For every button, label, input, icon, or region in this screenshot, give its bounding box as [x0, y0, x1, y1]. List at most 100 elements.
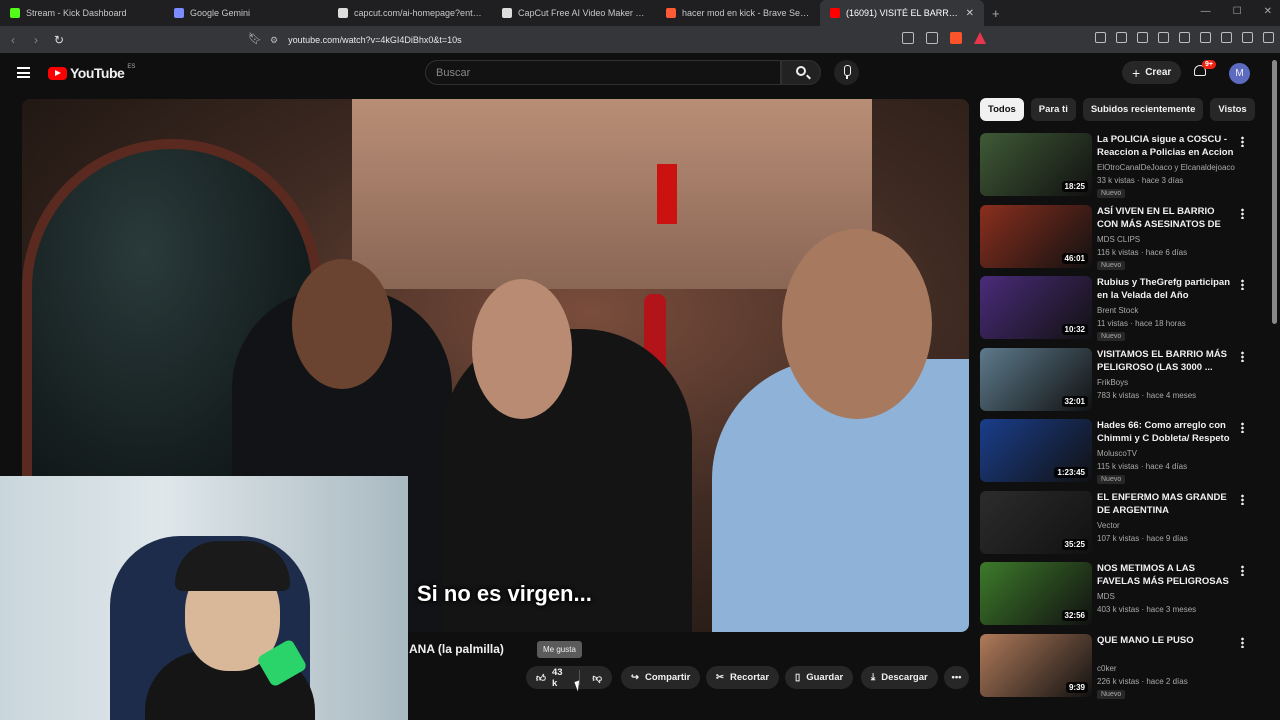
clip-button[interactable]: ✂ Recortar: [706, 666, 780, 689]
extension-icon[interactable]: [1095, 32, 1106, 43]
filter-chip[interactable]: Subidos recientemente: [1082, 98, 1204, 121]
channel-name[interactable]: c0ker: [1097, 664, 1237, 673]
tab-favicon-icon: [338, 8, 348, 18]
leo-ai-icon[interactable]: [1221, 32, 1232, 43]
more-vertical-icon[interactable]: [1241, 422, 1244, 433]
like-button[interactable]: 👍︎ 43 k: [536, 667, 567, 689]
channel-name[interactable]: MoluscoTV: [1097, 449, 1237, 458]
browser-menu-icon[interactable]: [1263, 32, 1274, 43]
youtube-logo[interactable]: YouTube ES: [48, 64, 135, 81]
video-thumbnail[interactable]: 35:25: [980, 490, 1092, 554]
music-icon[interactable]: [1158, 32, 1169, 43]
channel-name[interactable]: Brent Stock: [1097, 306, 1237, 315]
site-info-icon[interactable]: ⚙: [270, 35, 278, 46]
video-scene-wall: [352, 99, 872, 289]
extension-icon[interactable]: [1137, 32, 1148, 43]
video-thumbnail[interactable]: 32:01: [980, 347, 1092, 411]
close-tab-icon[interactable]: ✕: [966, 8, 974, 19]
browser-tab[interactable]: Stream - Kick Dashboard: [0, 0, 164, 26]
sidebar-toggle-icon[interactable]: [1179, 32, 1190, 43]
recommendation-title[interactable]: QUE MANO LE PUSO: [1097, 634, 1235, 647]
filter-chip[interactable]: Vistos: [1210, 98, 1255, 121]
vpn-icon[interactable]: [1242, 32, 1253, 43]
page-scrollbar[interactable]: [1272, 60, 1277, 324]
create-button[interactable]: + Crear: [1122, 61, 1182, 84]
channel-name[interactable]: FrikBoys: [1097, 378, 1237, 387]
more-vertical-icon[interactable]: [1241, 565, 1244, 576]
recommendation-title[interactable]: ASÍ VIVEN EN EL BARRIO CON MÁS ASESINATO…: [1097, 205, 1235, 231]
recommendation-title[interactable]: EL ENFERMO MAS GRANDE DE ARGENTINA: [1097, 491, 1235, 517]
minimize-icon[interactable]: —: [1201, 6, 1211, 17]
share-button[interactable]: ↪ Compartir: [621, 666, 701, 689]
more-actions-button[interactable]: •••: [944, 666, 969, 689]
search-button[interactable]: [781, 60, 821, 85]
recommendation-item[interactable]: 46:01 ASÍ VIVEN EN EL BARRIO CON MÁS ASES…: [980, 204, 1252, 277]
recommendation-title[interactable]: Rubius y TheGrefg participan en la Velad…: [1097, 276, 1235, 302]
filter-chip[interactable]: Todos: [980, 98, 1024, 121]
more-vertical-icon[interactable]: [1241, 636, 1244, 648]
new-tab-button[interactable]: +: [984, 6, 1008, 21]
video-duration: 1:23:45: [1054, 467, 1088, 478]
recommendation-title[interactable]: NOS METIMOS A LAS FAVELAS MÁS PELIGROSAS…: [1097, 562, 1235, 588]
browser-tab[interactable]: Google Gemini: [164, 0, 328, 26]
channel-name[interactable]: ElOtroCanalDeJoaco y Elcanaldejoaco: [1097, 163, 1237, 172]
recommendation-title[interactable]: La POLICIA sigue a COSCU - Reaccion a Po…: [1097, 133, 1235, 159]
recommendation-item[interactable]: 10:32 Rubius y TheGrefg participan en la …: [980, 276, 1252, 348]
recommendation-title[interactable]: VISITAMOS EL BARRIO MÁS PELIGROSO (LAS 3…: [1097, 348, 1235, 374]
brave-shield-icon[interactable]: [950, 32, 962, 44]
tab-favicon-icon: [174, 8, 184, 18]
back-icon[interactable]: ‹: [3, 33, 23, 47]
share-page-icon[interactable]: [926, 32, 938, 44]
rewards-icon[interactable]: [974, 32, 986, 44]
browser-tab[interactable]: hacer mod en kick - Brave Search: [656, 0, 820, 26]
recommendation-item[interactable]: 32:56 NOS METIMOS A LAS FAVELAS MÁS PELIG…: [980, 562, 1252, 634]
browser-tab[interactable]: capcut.com/ai-homepage?enter_fro: [328, 0, 492, 26]
hamburger-menu-icon[interactable]: [17, 67, 30, 78]
channel-name[interactable]: MDS: [1097, 592, 1237, 601]
browser-tab[interactable]: (16091) VISITÉ EL BARRIO MÁ ✕: [820, 0, 984, 26]
voice-search-icon[interactable]: [834, 60, 859, 85]
more-vertical-icon[interactable]: [1241, 279, 1244, 290]
save-button[interactable]: ▯ Guardar: [785, 666, 854, 689]
recommendation-item[interactable]: 32:01 VISITAMOS EL BARRIO MÁS PELIGROSO (…: [980, 347, 1252, 420]
more-vertical-icon[interactable]: [1241, 350, 1244, 362]
search-input[interactable]: Buscar: [425, 60, 781, 85]
extension-icon[interactable]: [1116, 32, 1127, 43]
channel-name[interactable]: MDS CLIPS: [1097, 235, 1237, 244]
reload-icon[interactable]: ↻: [49, 33, 69, 47]
cast-icon[interactable]: [902, 32, 914, 44]
create-label: Crear: [1145, 67, 1172, 78]
more-vertical-icon[interactable]: [1241, 136, 1244, 147]
forward-icon[interactable]: ›: [26, 33, 46, 47]
video-thumbnail[interactable]: 32:56: [980, 562, 1092, 625]
save-icon: ▯: [795, 672, 801, 683]
maximize-icon[interactable]: ☐: [1233, 6, 1242, 17]
dislike-button[interactable]: 👎︎: [592, 672, 602, 684]
tab-favicon-icon: [10, 8, 20, 18]
avatar[interactable]: M: [1229, 63, 1250, 84]
more-vertical-icon[interactable]: [1241, 493, 1244, 505]
recommendation-item[interactable]: 9:39 QUE MANO LE PUSO c0ker 226 k vistas · …: [980, 633, 1252, 706]
recommendation-title[interactable]: Hades 66: Como arreglo con Chimmi y C Do…: [1097, 419, 1235, 445]
channel-name[interactable]: Vector: [1097, 521, 1237, 530]
close-window-icon[interactable]: ✕: [1264, 6, 1272, 17]
wallet-icon[interactable]: [1200, 32, 1211, 43]
youtube-logo-text: YouTube: [70, 65, 125, 81]
video-thumbnail[interactable]: 18:25: [980, 133, 1092, 196]
browser-tab[interactable]: CapCut Free AI Video Maker | Smart: [492, 0, 656, 26]
download-button[interactable]: ⤓ Descargar: [861, 666, 938, 689]
video-thumbnail[interactable]: 1:23:45: [980, 419, 1092, 482]
video-thumbnail[interactable]: 9:39: [980, 633, 1092, 697]
url-field[interactable]: ⚙ youtube.com/watch?v=4kGI4DiBhx0&t=10s: [270, 31, 990, 49]
recommendation-item[interactable]: 35:25 EL ENFERMO MAS GRANDE DE ARGENTINA V…: [980, 490, 1252, 563]
video-thumbnail[interactable]: 46:01: [980, 204, 1092, 268]
bookmark-icon[interactable]: 🔖︎: [248, 32, 262, 45]
more-vertical-icon[interactable]: [1241, 207, 1244, 219]
recommendation-item[interactable]: 1:23:45 Hades 66: Como arreglo con Chimmi…: [980, 419, 1252, 491]
video-thumbnail[interactable]: 10:32: [980, 276, 1092, 339]
notifications-bell-icon[interactable]: 9+: [1193, 60, 1216, 79]
filter-chip[interactable]: Para ti: [1030, 98, 1076, 121]
recommendation-item[interactable]: 18:25 La POLICIA sigue a COSCU - Reaccion…: [980, 133, 1252, 205]
video-meta: 11 vistas · hace 18 horas: [1097, 319, 1186, 328]
share-icon: ↪: [631, 672, 639, 683]
